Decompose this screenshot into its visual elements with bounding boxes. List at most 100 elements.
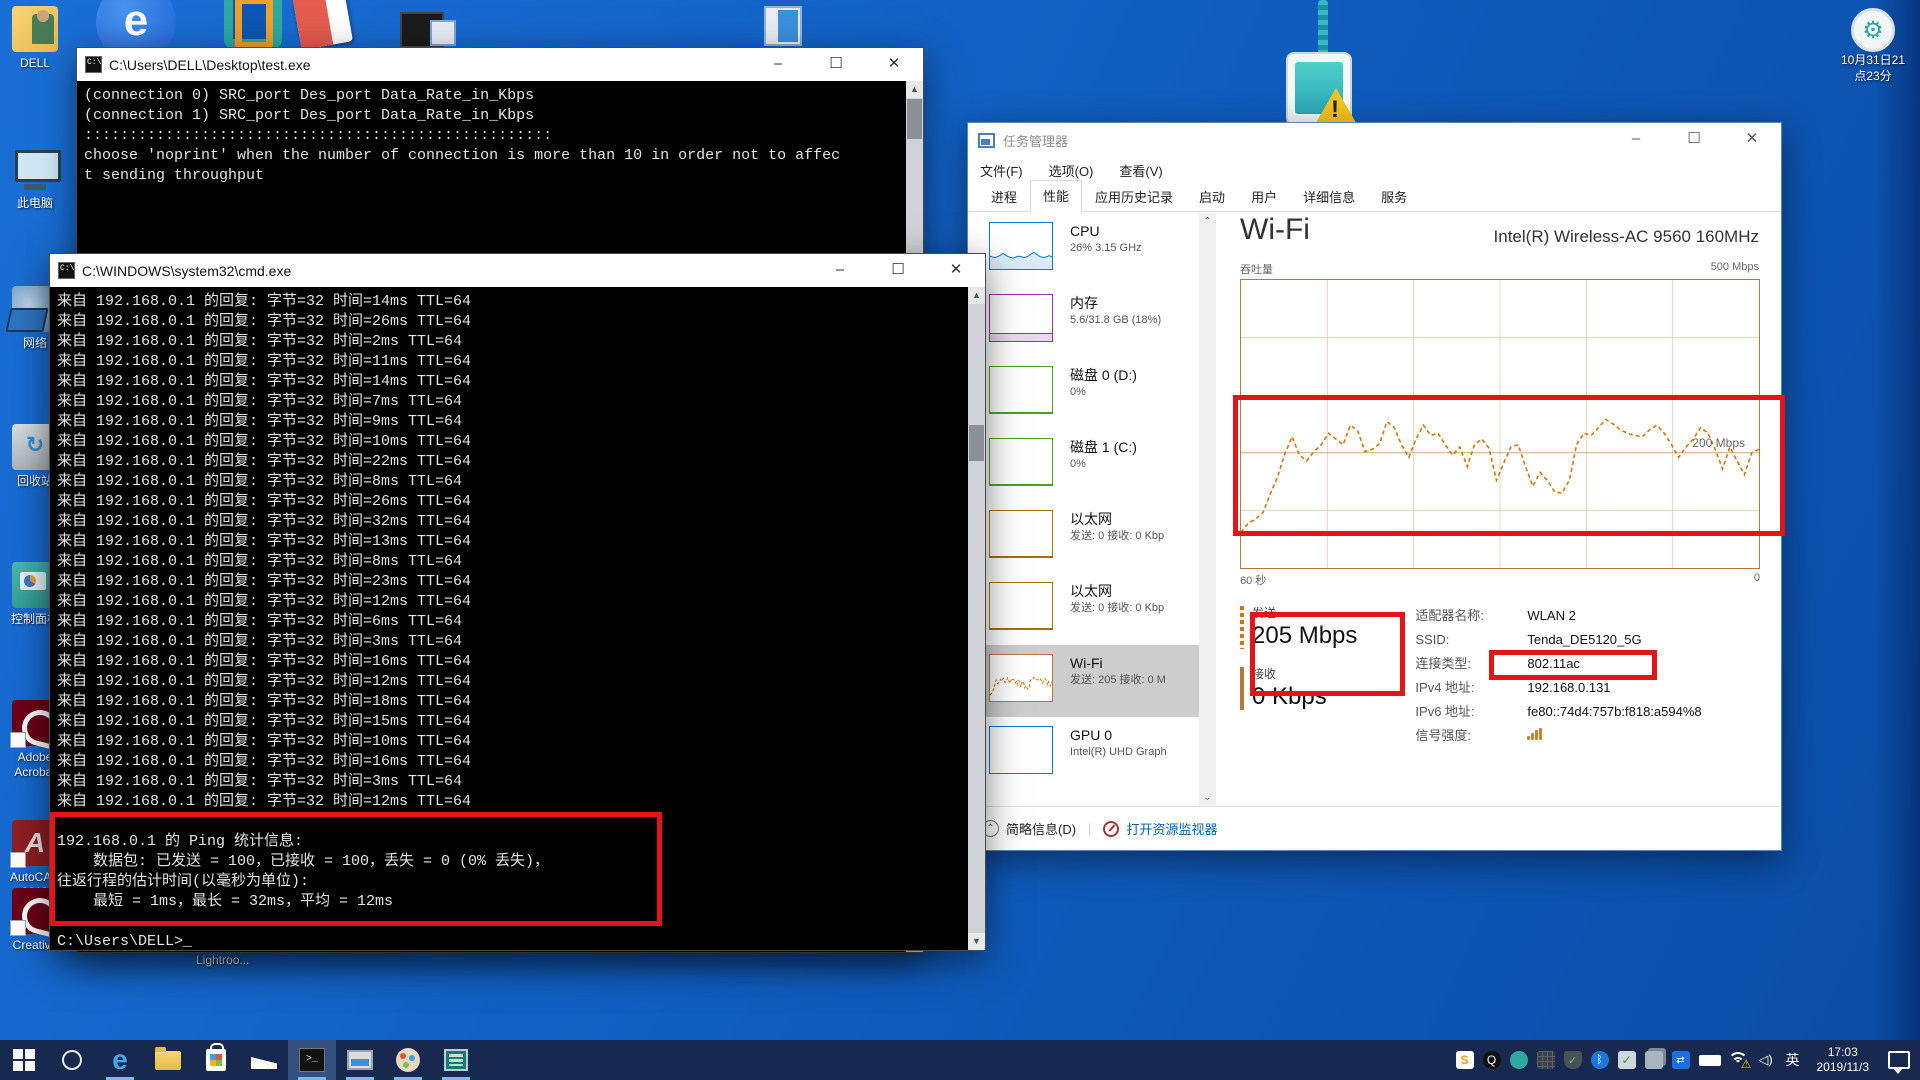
cmd-window: C:\WINDOWS\system32\cmd.exe – ☐ ✕ 来自 192…: [49, 253, 986, 951]
defender-icon[interactable]: ✓: [1564, 1051, 1582, 1069]
desktop-clock-icon[interactable]: ⚙ 10月31日21 点23分: [1828, 8, 1918, 84]
ping-reply-line: 来自 192.168.0.1 的回复: 字节=32 时间=2ms TTL=64: [57, 332, 968, 352]
console-app-icon[interactable]: [400, 12, 444, 48]
scroll-down-icon[interactable]: ▼: [968, 933, 985, 950]
maximize-button[interactable]: ☐: [1665, 123, 1723, 157]
phone-device-icon[interactable]: [1286, 52, 1352, 126]
sidebar-item--0-D-[interactable]: 磁盘 0 (D:)0%: [968, 357, 1199, 429]
detail-value: 192.168.0.131: [1527, 676, 1610, 700]
command-prompt[interactable]: C:\Users\DELL>_: [57, 932, 968, 950]
open-resource-monitor-link[interactable]: 打开资源监视器: [1126, 819, 1217, 838]
taskbar-start-icon[interactable]: [0, 1040, 48, 1080]
taskbar-file-explorer-icon[interactable]: [144, 1040, 192, 1080]
sidebar-item-CPU[interactable]: CPU26% 3.15 GHz: [968, 213, 1199, 285]
lightroom-icon-label[interactable]: Lightroo...: [196, 953, 249, 967]
blank-line: [57, 812, 968, 832]
maximize-button[interactable]: ☐: [869, 254, 927, 287]
sidebar-item-name: 以太网: [1070, 507, 1199, 529]
frame-app-icon[interactable]: [224, 0, 282, 48]
tab-服务[interactable]: 服务: [1368, 181, 1420, 212]
battery-icon[interactable]: [1699, 1055, 1719, 1066]
action-center-icon[interactable]: [1888, 1051, 1910, 1069]
close-button[interactable]: ✕: [865, 48, 923, 81]
xaxis-right-label: 0: [1754, 572, 1760, 588]
close-button[interactable]: ✕: [1723, 123, 1781, 157]
sidebar-thumbnail: [989, 222, 1053, 270]
bluetooth-icon[interactable]: ᛒ: [1591, 1051, 1609, 1069]
language-indicator[interactable]: 英: [1784, 1051, 1802, 1069]
warning-triangle-icon: [1314, 88, 1358, 126]
desktop-icon-this-pc[interactable]: 此电脑: [0, 146, 74, 211]
taskbar-edge-icon[interactable]: e: [96, 1040, 144, 1080]
sidebar-item--[interactable]: 内存5.6/31.8 GB (18%): [968, 285, 1199, 357]
scroll-up-icon[interactable]: ▲: [906, 81, 923, 98]
taskbar-mail-icon[interactable]: [240, 1040, 288, 1080]
scrollbar-thumb[interactable]: [969, 425, 984, 461]
sidebar-item-name: 磁盘 1 (C:): [1070, 435, 1199, 457]
tab-进程[interactable]: 进程: [978, 181, 1030, 212]
wifi-warning-icon[interactable]: ⚠: [1728, 1052, 1748, 1068]
tab-性能[interactable]: 性能: [1030, 180, 1082, 212]
contact-icon[interactable]: [1510, 1051, 1528, 1069]
sidebar-item--[interactable]: 以太网发送: 0 接收: 0 Kbp: [968, 573, 1199, 645]
sidebar-item-Wi-Fi[interactable]: Wi-Fi发送: 205 接收: 0 M: [968, 645, 1199, 717]
notepad-app-icon[interactable]: [291, 0, 353, 50]
minimize-button[interactable]: –: [749, 48, 807, 81]
menu-V[interactable]: 查看(V): [1119, 161, 1162, 180]
task-manager-window: 任务管理器 – ☐ ✕ 文件(F) 选项(O) 查看(V) 进程性能应用历史记录启动…: [967, 122, 1782, 851]
maximize-button[interactable]: ☐: [807, 48, 865, 81]
sidebar-item-sub: 发送: 0 接收: 0 Kbp: [1070, 529, 1199, 544]
taskbar-task-manager-icon[interactable]: [336, 1040, 384, 1080]
scroll-up-icon[interactable]: ▲: [968, 287, 985, 304]
sidebar-item-GPU-0[interactable]: GPU 0Intel(R) UHD Graph: [968, 717, 1199, 789]
xaxis-left-label: 60 秒: [1240, 572, 1266, 588]
volume-icon[interactable]: ◁): [1757, 1051, 1775, 1069]
tab-启动[interactable]: 启动: [1186, 181, 1238, 212]
qq-icon[interactable]: Q: [1483, 1051, 1501, 1069]
tab-详细信息[interactable]: 详细信息: [1290, 181, 1368, 212]
scroll-up-icon[interactable]: ⌃: [1199, 213, 1216, 230]
scrollbar-thumb[interactable]: [907, 99, 922, 139]
taskbar-paint-icon[interactable]: [384, 1040, 432, 1080]
minimize-button[interactable]: –: [811, 254, 869, 287]
sogou-icon[interactable]: S: [1456, 1051, 1474, 1069]
sidebar-item-sub: 0%: [1070, 385, 1199, 400]
menu-F[interactable]: 文件(F): [980, 161, 1023, 180]
test-exe-titlebar[interactable]: C:\Users\DELL\Desktop\test.exe – ☐ ✕: [77, 48, 923, 81]
tab-用户[interactable]: 用户: [1238, 181, 1290, 212]
svg-text:200 Mbps: 200 Mbps: [1692, 436, 1745, 450]
minimize-button[interactable]: –: [1607, 123, 1665, 157]
teamviewer-icon[interactable]: ⇄: [1672, 1051, 1690, 1069]
clock[interactable]: 17:03 2019/11/3: [1817, 1045, 1870, 1075]
sidebar-item--1-C-[interactable]: 磁盘 1 (C:)0%: [968, 429, 1199, 501]
task-manager-title: 任务管理器: [1003, 131, 1068, 150]
cmd-titlebar[interactable]: C:\WINDOWS\system32\cmd.exe – ☐ ✕: [50, 254, 985, 287]
taskbar-cmd-icon[interactable]: >_: [288, 1040, 336, 1080]
taskbar-store-icon[interactable]: [192, 1040, 240, 1080]
display-switch-icon[interactable]: [1645, 1051, 1663, 1069]
detail-row: SSID:Tenda_DE5120_5G: [1415, 628, 1701, 652]
terminal-line: choose 'noprint' when the number of conn…: [84, 146, 906, 166]
tab-应用历史记录[interactable]: 应用历史记录: [1082, 181, 1186, 212]
task-manager-tabs: 进程性能应用历史记录启动用户详细信息服务: [968, 183, 1781, 212]
sidebar-item--[interactable]: 以太网发送: 0 接收: 0 Kbp: [968, 501, 1199, 573]
usb-check-icon[interactable]: ✓: [1618, 1051, 1636, 1069]
scroll-down-icon[interactable]: ⌄: [1199, 789, 1216, 806]
grid-icon[interactable]: [1537, 1051, 1555, 1069]
close-button[interactable]: ✕: [927, 254, 985, 287]
detail-label: IPv4 地址:: [1415, 676, 1527, 700]
ping-stats-line: 往返行程的估计时间(以毫秒为单位):: [57, 872, 968, 892]
sidebar-scrollbar[interactable]: ⌃ ⌄: [1199, 213, 1216, 806]
taskbar-green-app-icon[interactable]: [432, 1040, 480, 1080]
cmd-scrollbar[interactable]: ▲ ▼: [968, 287, 985, 950]
task-manager-titlebar[interactable]: 任务管理器 – ☐ ✕: [968, 123, 1781, 157]
menu-O[interactable]: 选项(O): [1049, 161, 1094, 180]
detail-row: IPv4 地址:192.168.0.131: [1415, 676, 1701, 700]
sidebar-item-sub: 0%: [1070, 457, 1199, 472]
ping-reply-line: 来自 192.168.0.1 的回复: 字节=32 时间=22ms TTL=64: [57, 452, 968, 472]
sidebar-item-sub: Intel(R) UHD Graph: [1070, 745, 1199, 760]
summary-toggle[interactable]: 简略信息(D): [1006, 819, 1076, 838]
blue-window-icon[interactable]: [764, 6, 802, 46]
desktop-icon-user-folder[interactable]: DELL: [0, 6, 74, 71]
taskbar-cortana-icon[interactable]: [48, 1040, 96, 1080]
